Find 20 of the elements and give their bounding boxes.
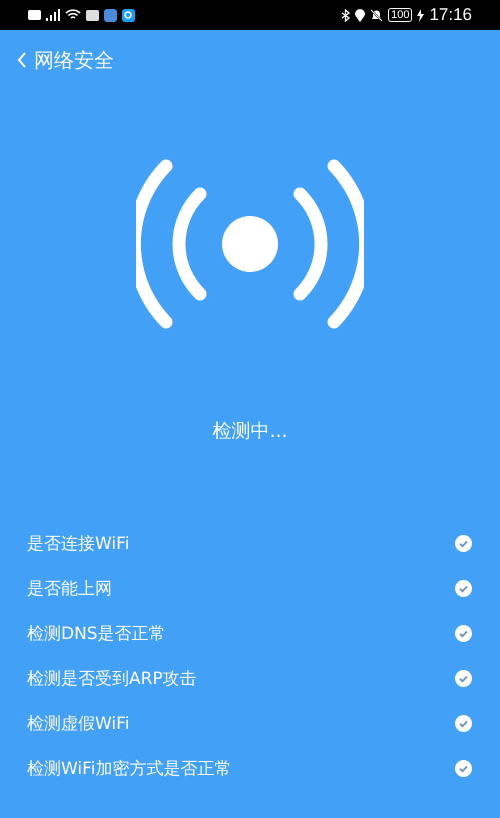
scan-status: 检测中...	[212, 419, 288, 444]
back-button[interactable]	[16, 50, 28, 70]
check-item-label: 检测虚假WiFi	[27, 713, 130, 735]
clock: 17:16	[429, 5, 472, 25]
check-item-label: 检测WiFi加密方式是否正常	[27, 758, 232, 780]
check-item-label: 是否能上网	[27, 578, 112, 600]
check-item-label: 检测DNS是否正常	[27, 623, 166, 645]
search-icon	[122, 8, 135, 22]
app-icon	[104, 8, 117, 22]
wifi-icon	[65, 9, 81, 21]
charging-icon	[417, 8, 424, 22]
battery-level: 100	[388, 8, 412, 22]
page-title: 网络安全	[34, 46, 114, 74]
bluetooth-icon	[341, 8, 350, 22]
signal-icon	[46, 9, 60, 21]
check-item-label: 检测是否受到ARP攻击	[27, 668, 197, 690]
check-item-label: 是否连接WiFi	[27, 533, 130, 555]
location-icon	[355, 8, 366, 22]
mute-icon	[370, 8, 384, 22]
broadcast-icon	[136, 158, 364, 330]
